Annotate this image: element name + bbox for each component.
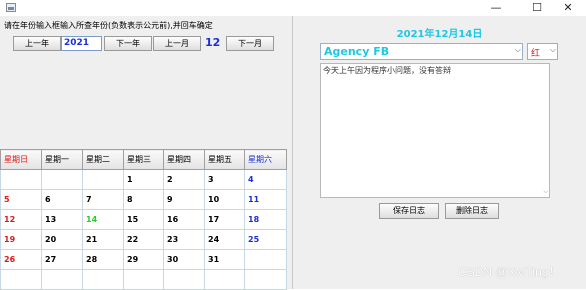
- day-cell[interactable]: 24: [204, 229, 245, 250]
- day-cell[interactable]: 4: [244, 169, 287, 190]
- prev-year-button[interactable]: 上一年: [13, 36, 61, 51]
- prev-month-button[interactable]: 上一月: [153, 36, 201, 51]
- day-cell[interactable]: 15: [123, 209, 164, 230]
- diary-text: 今天上午因为程序小问题，没有答辩: [323, 66, 451, 75]
- day-cell[interactable]: 7: [82, 189, 124, 210]
- day-cell[interactable]: 28: [82, 249, 124, 270]
- weekday-header: 星期二: [82, 149, 124, 170]
- minimize-button[interactable]: —: [478, 0, 514, 16]
- year-input[interactable]: 2021: [61, 36, 102, 51]
- day-cell[interactable]: 5: [0, 189, 42, 210]
- color-select-value: 红: [531, 49, 541, 59]
- close-button[interactable]: ✕: [550, 0, 586, 16]
- calendar-panel: 请在年份输入框输入所查年份(负数表示公元前),并回车确定 上一年 2021 下一…: [0, 16, 292, 290]
- today-cell[interactable]: 14: [82, 209, 124, 230]
- delete-diary-button[interactable]: 删除日志: [445, 203, 499, 219]
- font-select[interactable]: Agency FB ⌵: [320, 43, 523, 60]
- day-cell[interactable]: 17: [204, 209, 245, 230]
- day-cell[interactable]: 23: [163, 229, 205, 250]
- font-select-value: Agency FB: [324, 45, 390, 58]
- day-cell[interactable]: [244, 249, 287, 270]
- diary-panel: 2021年12月14日 Agency FB ⌵ 红 ⌵ 今天上午因为程序小问题，…: [293, 16, 586, 289]
- day-cell[interactable]: 9: [163, 189, 205, 210]
- day-cell[interactable]: [82, 169, 124, 190]
- scroll-down-icon[interactable]: ⌵: [543, 188, 548, 196]
- day-cell[interactable]: 2: [163, 169, 205, 190]
- day-cell[interactable]: 21: [82, 229, 124, 250]
- day-cell[interactable]: 16: [163, 209, 205, 230]
- watermark: CSDN @XMTing！: [458, 265, 561, 279]
- week-row: 1 2 3 4: [0, 169, 287, 190]
- week-row: 5 6 7 8 9 10 11: [0, 189, 287, 210]
- day-cell[interactable]: 11: [244, 189, 287, 210]
- day-cell[interactable]: 6: [41, 189, 83, 210]
- day-cell[interactable]: 1: [123, 169, 164, 190]
- day-cell[interactable]: [0, 269, 42, 290]
- day-cell[interactable]: [123, 269, 164, 290]
- selected-date-title: 2021年12月14日: [396, 29, 483, 40]
- day-cell[interactable]: 13: [41, 209, 83, 230]
- week-row: 19 20 21 22 23 24 25: [0, 229, 287, 250]
- next-month-button[interactable]: 下一月: [226, 36, 274, 51]
- color-select[interactable]: 红 ⌵: [527, 43, 558, 60]
- week-row: 26 27 28 29 30 31: [0, 249, 287, 270]
- weekday-header: 星期六: [244, 149, 287, 170]
- app-icon: [6, 3, 16, 12]
- day-cell[interactable]: [82, 269, 124, 290]
- calendar-grid: 星期日 星期一 星期二 星期三 星期四 星期五 星期六 1 2 3 4 5 6 …: [0, 149, 287, 290]
- day-cell[interactable]: 8: [123, 189, 164, 210]
- day-cell[interactable]: [41, 169, 83, 190]
- next-year-button[interactable]: 下一年: [104, 36, 152, 51]
- day-cell[interactable]: 12: [0, 209, 42, 230]
- day-cell[interactable]: [204, 269, 245, 290]
- chevron-down-icon: ⌵: [514, 45, 521, 54]
- diary-textarea[interactable]: 今天上午因为程序小问题，没有答辩 ⌵: [320, 63, 550, 198]
- month-label: 12: [205, 36, 221, 49]
- week-row: 12 13 14 15 16 17 18: [0, 209, 287, 230]
- day-cell[interactable]: 25: [244, 229, 287, 250]
- weekday-header: 星期日: [0, 149, 42, 170]
- weekday-header: 星期三: [123, 149, 164, 170]
- day-cell[interactable]: 31: [204, 249, 245, 270]
- day-cell[interactable]: [163, 269, 205, 290]
- day-cell[interactable]: [41, 269, 83, 290]
- weekday-header: 星期五: [204, 149, 245, 170]
- day-cell[interactable]: 19: [0, 229, 42, 250]
- day-cell[interactable]: 10: [204, 189, 245, 210]
- weekday-header: 星期四: [163, 149, 205, 170]
- day-cell[interactable]: 18: [244, 209, 287, 230]
- day-cell[interactable]: 3: [204, 169, 245, 190]
- day-cell[interactable]: [244, 269, 287, 290]
- title-bar: — ☐ ✕: [0, 0, 586, 16]
- day-cell[interactable]: 27: [41, 249, 83, 270]
- day-cell[interactable]: 30: [163, 249, 205, 270]
- day-cell[interactable]: 29: [123, 249, 164, 270]
- day-cell[interactable]: [0, 169, 42, 190]
- weekday-header-row: 星期日 星期一 星期二 星期三 星期四 星期五 星期六: [0, 149, 287, 170]
- week-row: [0, 269, 287, 290]
- weekday-header: 星期一: [41, 149, 83, 170]
- day-cell[interactable]: 22: [123, 229, 164, 250]
- chevron-down-icon: ⌵: [549, 45, 556, 54]
- day-cell[interactable]: 26: [0, 249, 42, 270]
- save-diary-button[interactable]: 保存日志: [379, 203, 439, 219]
- day-cell[interactable]: 20: [41, 229, 83, 250]
- instruction-text: 请在年份输入框输入所查年份(负数表示公元前),并回车确定: [4, 21, 213, 30]
